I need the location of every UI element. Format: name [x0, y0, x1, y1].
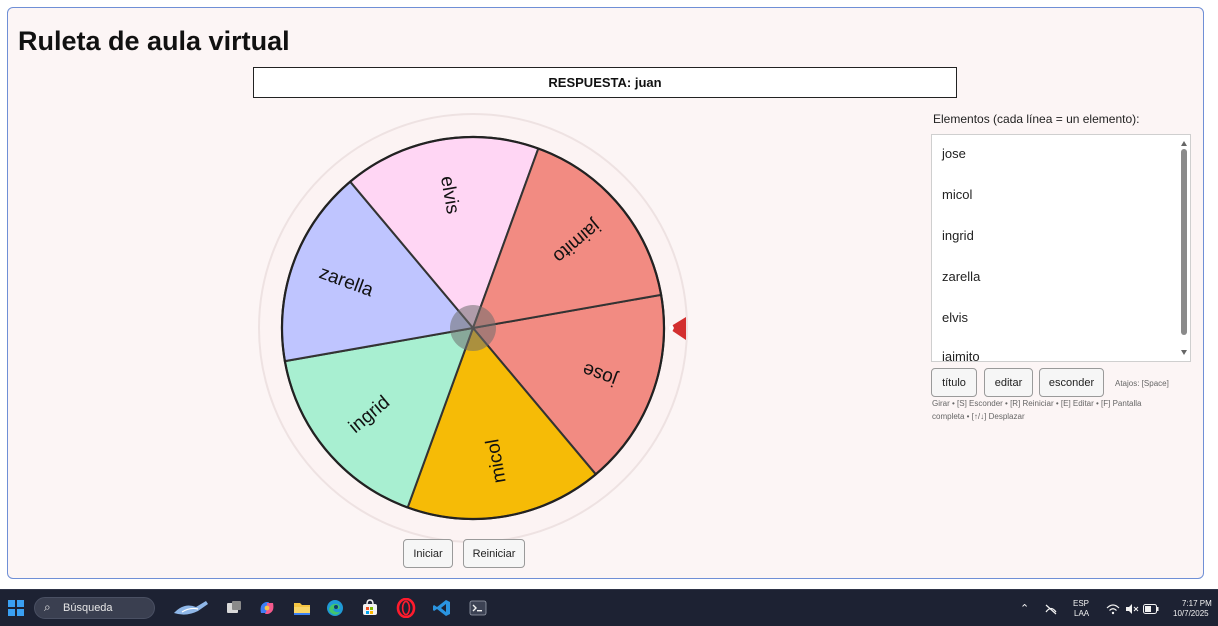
chevron-up-icon[interactable]: ⌃	[1020, 602, 1029, 615]
list-item: elvis	[942, 310, 969, 325]
edit-button[interactable]: editar	[984, 368, 1033, 397]
windows-start-icon[interactable]	[8, 600, 24, 616]
list-item: jose	[942, 146, 966, 161]
clock-date[interactable]: 10/7/2025	[1173, 609, 1209, 618]
list-scrollbar[interactable]	[1178, 135, 1190, 361]
search-placeholder: Búsqueda	[63, 602, 113, 614]
title-button[interactable]: título	[931, 368, 977, 397]
network-off-icon[interactable]	[1044, 603, 1058, 615]
list-item: zarella	[942, 269, 981, 284]
scroll-thumb[interactable]	[1181, 149, 1187, 335]
edge-icon[interactable]	[325, 598, 345, 618]
search-icon: ⌕	[44, 600, 51, 614]
list-item: micol	[942, 187, 973, 202]
list-label: Elementos (cada línea = un elemento):	[933, 112, 1140, 126]
hide-button[interactable]: esconder	[1039, 368, 1104, 397]
copilot-icon[interactable]	[257, 598, 277, 618]
shortcuts-text: Girar • [S] Esconder • [R] Reiniciar • […	[932, 399, 1142, 408]
list-item: jaimito	[942, 349, 980, 362]
clock-time[interactable]: 7:17 PM	[1182, 599, 1212, 608]
app-frame: Ruleta de aula virtual RESPUESTA: juan j…	[7, 7, 1204, 579]
file-explorer-icon[interactable]	[292, 598, 312, 618]
wifi-icon[interactable]	[1106, 603, 1120, 615]
shortcuts-label: Atajos: [Space]	[1115, 379, 1169, 388]
terminal-icon[interactable]	[468, 598, 488, 618]
scroll-down-arrow-icon[interactable]	[1181, 350, 1187, 355]
volume-muted-icon[interactable]	[1125, 603, 1139, 615]
roulette-wheel[interactable]: josemicolingridzarellaelvisjaimito	[253, 107, 693, 547]
start-button[interactable]: Iniciar	[403, 539, 453, 568]
language-code[interactable]: ESP	[1073, 599, 1089, 608]
vscode-icon[interactable]	[432, 598, 452, 618]
list-item: ingrid	[942, 228, 974, 243]
wheel-hub	[450, 305, 496, 351]
shortcuts-text-continued: completa • [↑/↓] Desplazar	[932, 412, 1025, 421]
taskbar-search[interactable]: ⌕ Búsqueda	[34, 597, 155, 619]
elements-textarea[interactable]: jose micol ingrid zarella elvis jaimito	[931, 134, 1191, 362]
reset-button[interactable]: Reiniciar	[463, 539, 525, 568]
battery-icon[interactable]	[1143, 604, 1159, 614]
task-view-icon[interactable]	[224, 598, 244, 618]
taskbar: ⌕ Búsqueda ⌃ ESP LAA 7:17 PM 10/7/2025	[0, 589, 1218, 626]
language-layout[interactable]: LAA	[1074, 609, 1089, 618]
scroll-up-arrow-icon[interactable]	[1181, 141, 1187, 146]
store-icon[interactable]	[360, 598, 380, 618]
page-title: Ruleta de aula virtual	[18, 26, 290, 56]
opera-icon[interactable]	[396, 598, 416, 618]
pen-app-icon[interactable]	[172, 598, 212, 618]
answer-display: RESPUESTA: juan	[253, 67, 957, 98]
